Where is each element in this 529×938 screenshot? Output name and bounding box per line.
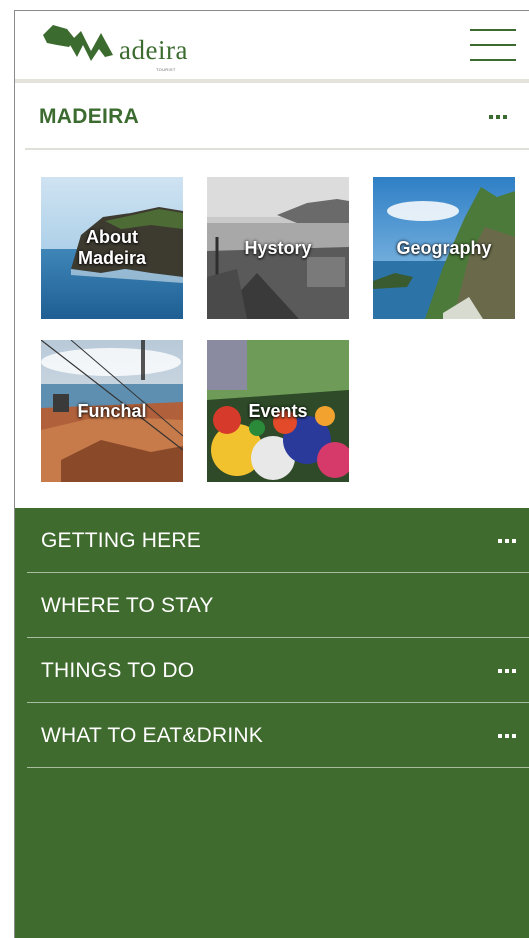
tile-hystory[interactable]: Hystory: [207, 177, 349, 319]
logo-island-icon: [43, 25, 113, 61]
hamburger-icon-bar: [470, 29, 516, 31]
section-divider: [25, 148, 529, 150]
more-dots-icon[interactable]: [498, 539, 516, 543]
main-menu: GETTING HERE WHERE TO STAY THINGS TO DO …: [15, 508, 529, 938]
more-dots-icon[interactable]: [489, 115, 507, 119]
tile-geography[interactable]: Geography: [373, 177, 515, 319]
madeira-logo[interactable]: adeira TOURIST: [39, 21, 199, 73]
more-dots-icon[interactable]: [498, 669, 516, 673]
tile-label: Hystory: [244, 237, 312, 258]
tile-label: About Madeira: [77, 227, 147, 268]
tile-funchal[interactable]: Funchal: [41, 340, 183, 482]
menu-item-label: GETTING HERE: [41, 529, 201, 552]
app-header: adeira TOURIST: [15, 11, 529, 79]
more-dots-icon[interactable]: [498, 734, 516, 738]
tile-events[interactable]: Events: [207, 340, 349, 482]
menu-item-label: WHERE TO STAY: [41, 594, 214, 617]
logo-text: adeira: [119, 35, 188, 65]
menu-item-label: WHAT TO EAT&DRINK: [41, 724, 263, 747]
tile-about-madeira[interactable]: About Madeira: [41, 177, 183, 319]
hamburger-icon-bar: [470, 44, 516, 46]
menu-item-label: THINGS TO DO: [41, 659, 195, 682]
hamburger-menu-button[interactable]: [470, 29, 516, 63]
menu-item-what-to-eat-drink[interactable]: WHAT TO EAT&DRINK: [27, 703, 529, 768]
section-header[interactable]: MADEIRA: [15, 83, 529, 149]
section-title: MADEIRA: [39, 105, 140, 128]
menu-item-where-to-stay[interactable]: WHERE TO STAY: [27, 573, 529, 638]
tile-label: Geography: [396, 237, 492, 258]
tile-label: Funchal: [77, 400, 147, 421]
menu-item-things-to-do[interactable]: THINGS TO DO: [27, 638, 529, 703]
app-frame: adeira TOURIST MADEIRA About Madeira Hys…: [14, 10, 529, 938]
tile-label: Events: [248, 400, 308, 421]
logo-subtext: TOURIST: [156, 67, 176, 72]
hamburger-icon-bar: [470, 59, 516, 61]
menu-item-getting-here[interactable]: GETTING HERE: [27, 508, 529, 573]
